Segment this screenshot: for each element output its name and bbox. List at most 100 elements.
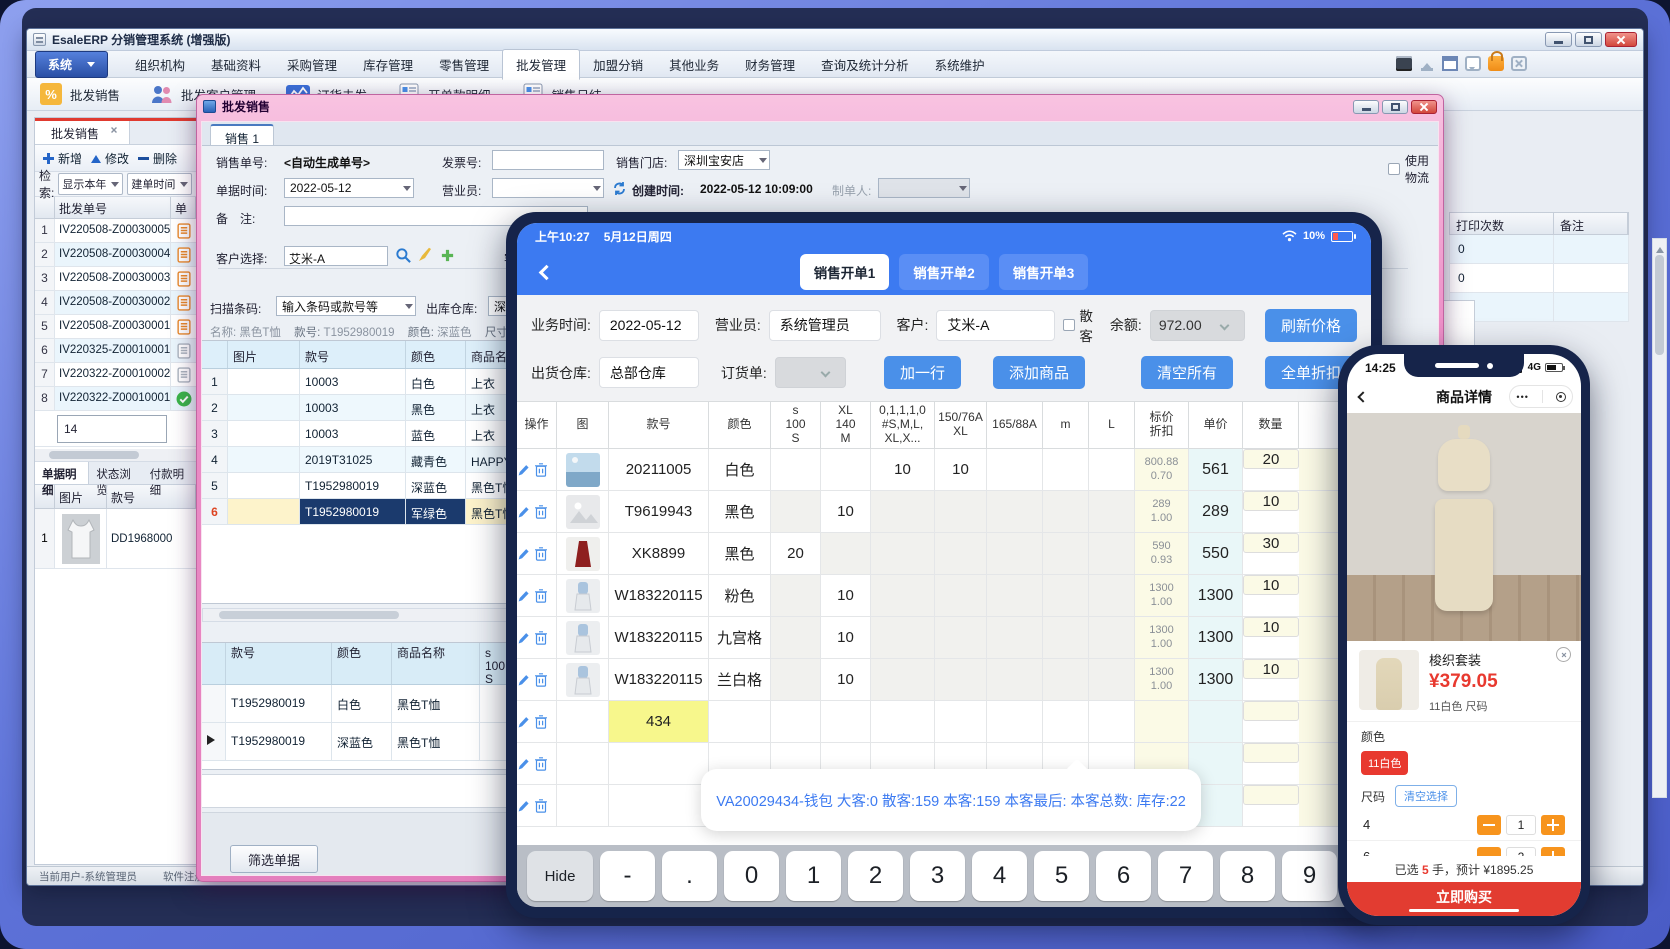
size-qty-cell[interactable]: [1089, 533, 1135, 574]
delete-icon[interactable]: [534, 756, 548, 772]
salesman-input[interactable]: 系统管理员: [769, 310, 881, 341]
edit-icon[interactable]: [518, 799, 529, 812]
delete-icon[interactable]: [534, 714, 548, 730]
logistics-checkbox[interactable]: 使用物流: [1388, 152, 1430, 186]
menu-system[interactable]: 系统: [35, 51, 108, 78]
code-cell[interactable]: W183220115: [609, 659, 709, 700]
search-icon[interactable]: [394, 246, 412, 264]
add-button[interactable]: 新增: [43, 150, 82, 167]
edit-icon[interactable]: [518, 631, 529, 644]
calendar-icon[interactable]: [1442, 56, 1458, 71]
size-qty-cell[interactable]: [1089, 449, 1135, 490]
tab-销售开单2[interactable]: 销售开单2: [899, 254, 989, 290]
unit-price-cell[interactable]: 550: [1189, 533, 1243, 574]
size-qty-cell[interactable]: 10: [821, 659, 871, 700]
order-row[interactable]: 1IV220508-Z00030005: [35, 219, 196, 243]
biz-date-input[interactable]: 2022-05-12: [599, 310, 699, 341]
size-qty-cell[interactable]: [821, 701, 871, 742]
tab-销售开单1[interactable]: 销售开单1: [800, 254, 890, 290]
quantity-cell[interactable]: 10: [1243, 659, 1299, 679]
menu-item-加盟分销[interactable]: 加盟分销: [580, 50, 656, 79]
maximize-button[interactable]: [1575, 32, 1602, 47]
size-qty-cell[interactable]: [987, 659, 1043, 700]
add-product-button[interactable]: 添加商品: [993, 356, 1085, 389]
tab-payment-detail[interactable]: 付款明细: [143, 462, 196, 484]
plus-button[interactable]: [1541, 847, 1565, 857]
product-row[interactable]: 5T1952980019深蓝色黑色T恤: [202, 473, 507, 499]
key-0[interactable]: 0: [724, 851, 779, 901]
size-qty-cell[interactable]: [1089, 659, 1135, 700]
size-qty-cell[interactable]: [871, 701, 935, 742]
size-qty-cell[interactable]: [1089, 575, 1135, 616]
size-qty-cell[interactable]: [771, 575, 821, 616]
scan-input[interactable]: 输入条码或款号等: [276, 296, 416, 316]
delete-icon[interactable]: [534, 630, 548, 646]
sync-icon[interactable]: [610, 179, 628, 197]
exit-icon[interactable]: [1556, 392, 1566, 402]
key-8[interactable]: 8: [1220, 851, 1275, 901]
order-row[interactable]: 7IV220322-Z00010002: [35, 363, 196, 387]
customer-input[interactable]: 艾米-A: [284, 246, 388, 266]
tab-销售开单3[interactable]: 销售开单3: [999, 254, 1089, 290]
menu-item-零售管理[interactable]: 零售管理: [426, 50, 502, 79]
code-cell[interactable]: T9619943: [609, 491, 709, 532]
size-qty-cell[interactable]: [1089, 617, 1135, 658]
walkin-checkbox[interactable]: 散客: [1063, 305, 1102, 345]
tab-wholesale-sales[interactable]: 批发销售: [35, 121, 130, 144]
lock-icon[interactable]: [1488, 56, 1504, 71]
horizontal-scrollbar[interactable]: [35, 449, 196, 462]
tab-status-view[interactable]: 状态浏览: [89, 462, 142, 484]
add-row-button[interactable]: 加一行: [884, 356, 961, 389]
unit-price-cell[interactable]: 1300: [1189, 617, 1243, 658]
key-1[interactable]: 1: [786, 851, 841, 901]
close-panel-icon[interactable]: [1511, 56, 1527, 71]
order-select[interactable]: [775, 357, 846, 388]
size-qty-cell[interactable]: [935, 701, 987, 742]
size-qty-cell[interactable]: [987, 701, 1043, 742]
product-row[interactable]: W183220115兰白格101300 1.00130010: [517, 659, 1371, 701]
tab-sales-1[interactable]: 销售 1: [210, 124, 274, 145]
size-qty-cell[interactable]: [1089, 491, 1135, 532]
unit-price-cell[interactable]: 561: [1189, 449, 1243, 490]
back-icon[interactable]: [539, 264, 555, 280]
size-qty-cell[interactable]: [771, 491, 821, 532]
size-qty-cell[interactable]: [987, 449, 1043, 490]
order-row[interactable]: 6IV220325-Z00010001: [35, 339, 196, 363]
delete-icon[interactable]: [534, 546, 548, 562]
menu-item-查询及统计分析[interactable]: 查询及统计分析: [808, 50, 922, 79]
key-5[interactable]: 5: [1034, 851, 1089, 901]
key--[interactable]: -: [600, 851, 655, 901]
minimize-button[interactable]: [1545, 32, 1572, 47]
discount-cell[interactable]: 1300 1.00: [1135, 659, 1189, 700]
discount-cell[interactable]: 289 1.00: [1135, 491, 1189, 532]
size-qty-cell[interactable]: [871, 659, 935, 700]
discount-cell[interactable]: [1135, 701, 1189, 742]
key-.[interactable]: .: [662, 851, 717, 901]
unit-price-cell[interactable]: 1300: [1189, 575, 1243, 616]
vertical-scrollbar[interactable]: [1652, 238, 1667, 798]
size-qty-cell[interactable]: [771, 659, 821, 700]
edit-cell[interactable]: 14: [57, 415, 167, 443]
size-qty-cell[interactable]: [935, 533, 987, 574]
code-cell[interactable]: 434: [609, 701, 709, 742]
size-qty-cell[interactable]: [935, 491, 987, 532]
invoice-input[interactable]: [492, 150, 604, 170]
size-qty-cell[interactable]: [1043, 575, 1089, 616]
customer-input[interactable]: 艾米-A: [936, 310, 1055, 341]
store-select[interactable]: 深圳宝安店: [678, 150, 770, 170]
edit-icon[interactable]: [518, 715, 529, 728]
size-qty-cell[interactable]: [1043, 449, 1089, 490]
message-icon[interactable]: [1465, 56, 1481, 71]
size-qty-cell[interactable]: [771, 701, 821, 742]
unit-price-cell[interactable]: [1189, 701, 1243, 742]
order-row[interactable]: 3IV220508-Z00030003: [35, 267, 196, 291]
code-cell[interactable]: XK8899: [609, 533, 709, 574]
size-qty-cell[interactable]: [821, 533, 871, 574]
menu-item-库存管理[interactable]: 库存管理: [350, 50, 426, 79]
product-row[interactable]: 20211005白色1010800.88 0.7056120: [517, 449, 1371, 491]
size-row[interactable]: T1952980019深蓝色黑色T恤: [202, 723, 507, 761]
discount-cell[interactable]: 590 0.93: [1135, 533, 1189, 574]
brush-icon[interactable]: [416, 246, 434, 264]
size-qty-cell[interactable]: [935, 617, 987, 658]
minus-button[interactable]: [1477, 815, 1501, 835]
